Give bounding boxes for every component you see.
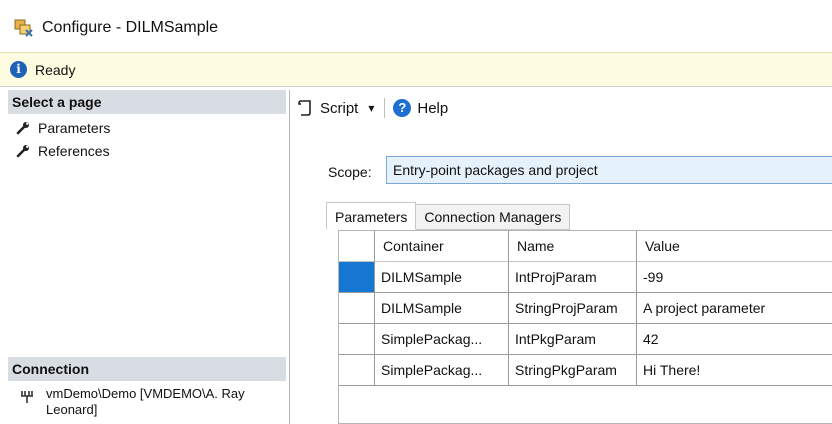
grid-header-row: Container Name Value: [339, 231, 832, 262]
tab-strip: Parameters Connection Managers: [326, 202, 571, 230]
page-item-parameters[interactable]: Parameters: [16, 117, 110, 139]
cell-name[interactable]: IntPkgParam: [509, 324, 637, 355]
connection-info[interactable]: vmDemo\Demo [VMDEMO\A. Ray Leonard]: [20, 386, 270, 418]
help-label: Help: [417, 99, 449, 117]
help-icon: ?: [393, 99, 412, 117]
row-selector[interactable]: [339, 324, 375, 355]
table-row[interactable]: DILMSample StringProjParam A project par…: [339, 293, 832, 324]
server-connection-icon: [21, 391, 33, 403]
script-button[interactable]: Script ▾: [298, 99, 374, 117]
table-row[interactable]: DILMSample IntProjParam -99: [339, 262, 832, 293]
column-header-container[interactable]: Container: [375, 231, 509, 262]
cell-container[interactable]: DILMSample: [375, 262, 509, 293]
status-bar: i Ready: [0, 52, 832, 87]
table-row[interactable]: SimplePackag... StringPkgParam Hi There!: [339, 355, 832, 386]
row-header-corner: [339, 231, 375, 262]
help-button[interactable]: ? Help: [393, 99, 448, 117]
select-page-header: Select a page: [8, 90, 286, 114]
table-row[interactable]: SimplePackag... IntPkgParam 42: [339, 324, 832, 355]
window-title: Configure - DILMSample: [42, 19, 219, 36]
column-header-name[interactable]: Name: [509, 231, 637, 262]
row-selector[interactable]: [339, 293, 375, 324]
script-icon: [298, 100, 311, 116]
connection-text: vmDemo\Demo [VMDEMO\A. Ray Leonard]: [46, 386, 245, 417]
scope-dropdown[interactable]: Entry-point packages and project: [386, 156, 832, 184]
script-label: Script: [320, 99, 359, 117]
toolbar: Script ▾ ? Help: [298, 96, 448, 120]
toolbar-separator: [384, 98, 386, 118]
configure-icon: [14, 19, 33, 37]
left-pane: Select a page Parameters References Conn…: [6, 90, 290, 424]
status-text: Ready: [35, 62, 76, 78]
wrench-icon: [16, 145, 29, 158]
chevron-down-icon[interactable]: ▾: [368, 101, 374, 115]
tab-connection-managers[interactable]: Connection Managers: [416, 204, 571, 230]
cell-container[interactable]: SimplePackag...: [375, 355, 509, 386]
row-selector-selected[interactable]: [339, 262, 375, 293]
row-selector[interactable]: [339, 355, 375, 386]
tab-parameters[interactable]: Parameters: [326, 202, 417, 230]
cell-name[interactable]: StringProjParam: [509, 293, 637, 324]
title-bar: Configure - DILMSample: [0, 0, 832, 52]
scope-label: Scope:: [328, 164, 372, 180]
parameters-grid: Container Name Value DILMSample IntProjP…: [338, 230, 832, 424]
page-item-references[interactable]: References: [16, 140, 110, 162]
page-item-label: Parameters: [38, 120, 111, 136]
cell-value[interactable]: 42: [637, 324, 832, 355]
cell-value[interactable]: -99: [637, 262, 832, 293]
connection-header: Connection: [8, 357, 286, 381]
info-icon: i: [10, 61, 27, 78]
cell-value[interactable]: Hi There!: [637, 355, 832, 386]
cell-name[interactable]: StringPkgParam: [509, 355, 637, 386]
cell-value[interactable]: A project parameter: [637, 293, 832, 324]
cell-container[interactable]: SimplePackag...: [375, 324, 509, 355]
column-header-value[interactable]: Value: [637, 231, 832, 262]
cell-container[interactable]: DILMSample: [375, 293, 509, 324]
page-item-label: References: [38, 143, 110, 159]
cell-name[interactable]: IntProjParam: [509, 262, 637, 293]
main-pane: Script ▾ ? Help Scope: Entry-point packa…: [290, 90, 832, 424]
wrench-icon: [16, 122, 29, 135]
